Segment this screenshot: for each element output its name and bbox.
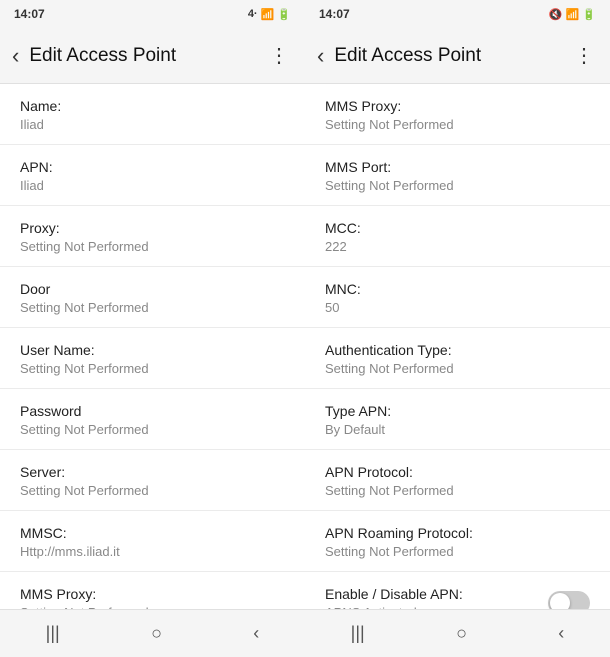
field-label: APN Roaming Protocol: [325, 525, 590, 541]
status-bar-left: 14:07 4· 📶 🔋 [0, 0, 305, 28]
field-label: Name: [20, 98, 285, 114]
list-item[interactable]: MMS Proxy: Setting Not Performed [0, 572, 305, 609]
header-left: ‹ Edit Access Point ⋮ [0, 28, 305, 84]
field-value: Iliad [20, 178, 285, 193]
list-item[interactable]: APN: Iliad [0, 145, 305, 206]
nav-bar-left: ||| ○ ‹ [0, 609, 305, 657]
field-value: By Default [325, 422, 590, 437]
field-value: Setting Not Performed [20, 483, 285, 498]
list-item[interactable]: MCC: 222 [305, 206, 610, 267]
page-title-left: Edit Access Point [29, 45, 261, 67]
nav-recent-left[interactable]: ||| [46, 623, 60, 644]
field-value: Setting Not Performed [20, 422, 285, 437]
field-label: MMS Proxy: [325, 98, 590, 114]
back-button-left[interactable]: ‹ [8, 39, 23, 73]
list-item[interactable]: APN Roaming Protocol: Setting Not Perfor… [305, 511, 610, 572]
settings-list-left: Name: Iliad APN: Iliad Proxy: Setting No… [0, 84, 305, 609]
field-label: Authentication Type: [325, 342, 590, 358]
list-item[interactable]: MMS Port: Setting Not Performed [305, 145, 610, 206]
list-item[interactable]: MMS Proxy: Setting Not Performed [305, 84, 610, 145]
field-value: Http://mms.iliad.it [20, 544, 285, 559]
phone-right: 14:07 🔇 📶 🔋 ‹ Edit Access Point ⋮ MMS Pr… [305, 0, 610, 657]
field-label: Password [20, 403, 285, 419]
nav-home-left[interactable]: ○ [151, 623, 162, 644]
nav-home-right[interactable]: ○ [456, 623, 467, 644]
field-label: Type APN: [325, 403, 590, 419]
page-title-right: Edit Access Point [334, 45, 566, 67]
field-label: Door [20, 281, 285, 297]
field-label: Enable / Disable APN: [325, 586, 463, 602]
apn-toggle[interactable] [548, 591, 590, 609]
field-value: Iliad [20, 117, 285, 132]
enable-disable-apn-item[interactable]: Enable / Disable APN: APNS Activated [305, 572, 610, 609]
list-item[interactable]: MMSC: Http://mms.iliad.it [0, 511, 305, 572]
status-icons-left: 4· 📶 🔋 [248, 8, 291, 21]
field-value: Setting Not Performed [20, 239, 285, 254]
field-label: MMSC: [20, 525, 285, 541]
time-left: 14:07 [14, 7, 45, 21]
field-value: Setting Not Performed [325, 483, 590, 498]
list-item[interactable]: MNC: 50 [305, 267, 610, 328]
field-label: MNC: [325, 281, 590, 297]
field-value: Setting Not Performed [20, 605, 285, 609]
list-item[interactable]: Type APN: By Default [305, 389, 610, 450]
menu-button-left[interactable]: ⋮ [261, 39, 297, 72]
list-item[interactable]: APN Protocol: Setting Not Performed [305, 450, 610, 511]
field-value: Setting Not Performed [325, 544, 590, 559]
list-item[interactable]: Proxy: Setting Not Performed [0, 206, 305, 267]
status-icons-right: 🔇 📶 🔋 [549, 8, 596, 21]
phone-left: 14:07 4· 📶 🔋 ‹ Edit Access Point ⋮ Name:… [0, 0, 305, 657]
field-value: Setting Not Performed [325, 178, 590, 193]
field-value: Setting Not Performed [325, 361, 590, 376]
back-button-right[interactable]: ‹ [313, 39, 328, 73]
field-label: MCC: [325, 220, 590, 236]
field-label: APN: [20, 159, 285, 175]
settings-list-right: MMS Proxy: Setting Not Performed MMS Por… [305, 84, 610, 609]
list-item[interactable]: Password Setting Not Performed [0, 389, 305, 450]
field-label: Proxy: [20, 220, 285, 236]
header-right: ‹ Edit Access Point ⋮ [305, 28, 610, 84]
list-item[interactable]: User Name: Setting Not Performed [0, 328, 305, 389]
nav-back-left[interactable]: ‹ [253, 623, 259, 644]
field-value: Setting Not Performed [20, 361, 285, 376]
field-value: APNS Activated [325, 605, 463, 609]
list-item[interactable]: Authentication Type: Setting Not Perform… [305, 328, 610, 389]
field-label: MMS Proxy: [20, 586, 285, 602]
field-value: 222 [325, 239, 590, 254]
list-item[interactable]: Door Setting Not Performed [0, 267, 305, 328]
field-value: 50 [325, 300, 590, 315]
list-item[interactable]: Server: Setting Not Performed [0, 450, 305, 511]
field-label: MMS Port: [325, 159, 590, 175]
field-label: Server: [20, 464, 285, 480]
nav-back-right[interactable]: ‹ [558, 623, 564, 644]
field-label: User Name: [20, 342, 285, 358]
field-value: Setting Not Performed [325, 117, 590, 132]
nav-bar-right: ||| ○ ‹ [305, 609, 610, 657]
status-bar-right: 14:07 🔇 📶 🔋 [305, 0, 610, 28]
field-label: APN Protocol: [325, 464, 590, 480]
nav-recent-right[interactable]: ||| [351, 623, 365, 644]
list-item[interactable]: Name: Iliad [0, 84, 305, 145]
time-right: 14:07 [319, 7, 350, 21]
menu-button-right[interactable]: ⋮ [566, 39, 602, 72]
field-value: Setting Not Performed [20, 300, 285, 315]
